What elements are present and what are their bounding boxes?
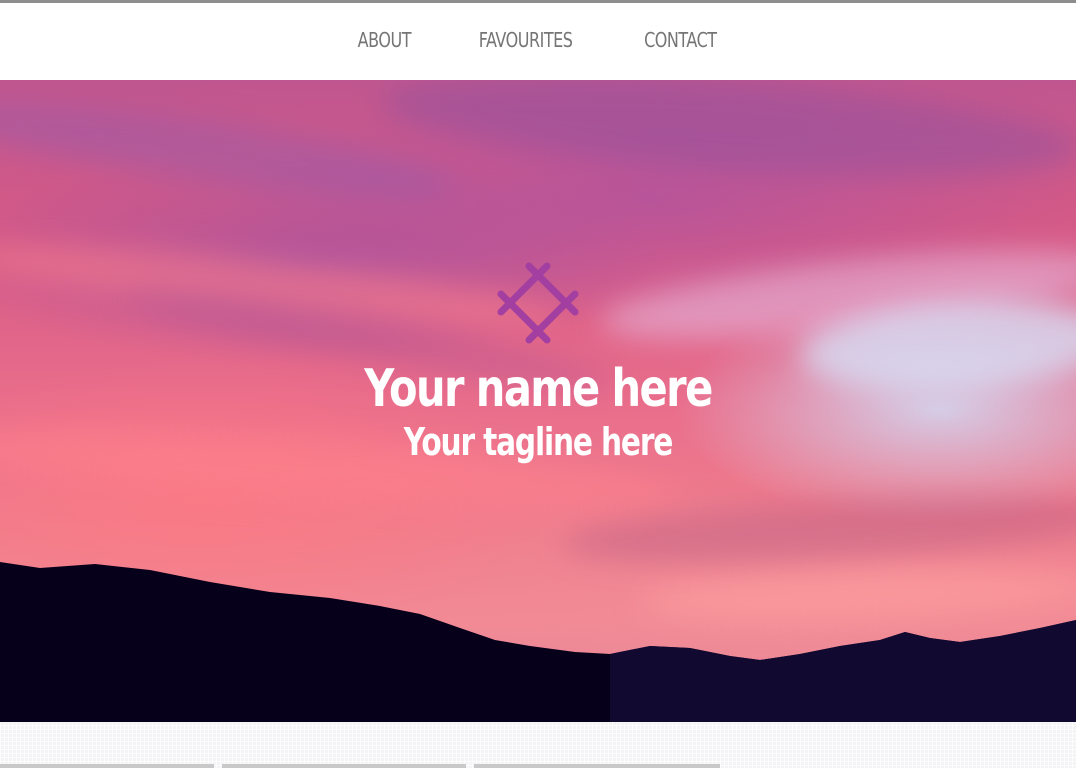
page: ABOUT FAVOURITES CONTACT Your name here … — [0, 0, 1076, 768]
hero-banner: Your name here Your tagline here — [0, 80, 1076, 722]
bottom-tab-edge — [222, 764, 466, 768]
bottom-tab-edge — [474, 764, 720, 768]
top-navigation: ABOUT FAVOURITES CONTACT — [0, 3, 1076, 80]
nav-link-about[interactable]: ABOUT — [357, 30, 411, 54]
hero-title: Your name here — [364, 359, 713, 419]
hero-content: Your name here Your tagline here — [0, 260, 1076, 462]
patterned-background-strip — [0, 722, 1076, 768]
nav-link-favourites[interactable]: FAVOURITES — [479, 30, 573, 54]
nav-link-contact[interactable]: CONTACT — [644, 30, 717, 54]
bottom-tab-edge — [0, 764, 214, 768]
hero-tagline: Your tagline here — [403, 419, 674, 464]
crosshatch-logo-icon — [497, 262, 579, 344]
